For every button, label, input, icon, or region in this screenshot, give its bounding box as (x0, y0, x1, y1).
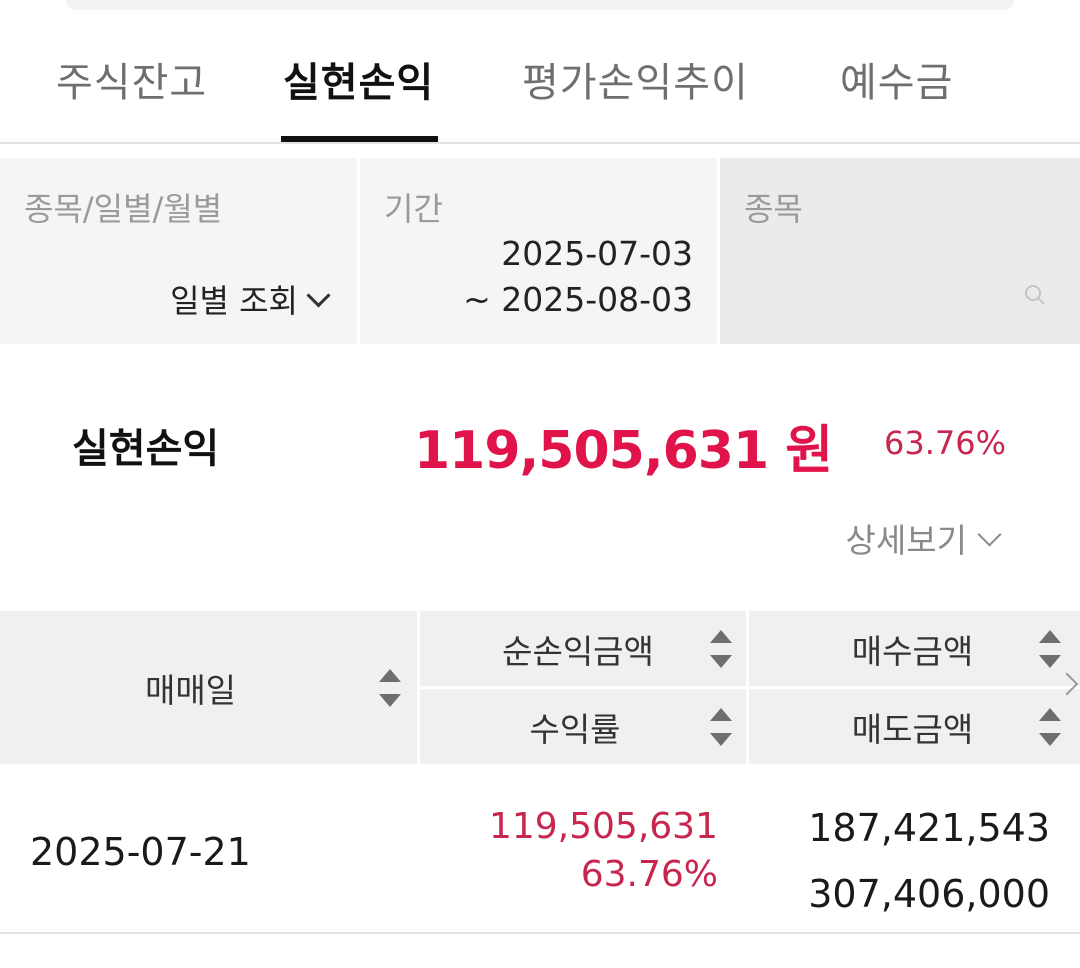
mode-filter-label: 종목/일별/월별 (24, 190, 223, 228)
col-header-net-profit-label: 순손익금액 (502, 631, 654, 671)
period-filter-label: 기간 (384, 190, 443, 228)
tab-valuation-trend[interactable]: 평가손익추이 (522, 50, 749, 108)
tab-realized-pnl[interactable]: 실현손익 (283, 50, 434, 108)
col-header-buy-amount-label: 매수금액 (851, 631, 974, 671)
col-header-sell-amount-label: 매도금액 (851, 709, 974, 749)
search-icon[interactable] (1024, 284, 1046, 306)
stock-filter-label: 종목 (744, 190, 803, 228)
tab-deposit[interactable]: 예수금 (840, 50, 953, 108)
tab-stock-balance[interactable]: 주식잔고 (56, 50, 207, 108)
tab-bar: 주식잔고 실현손익 평가손익추이 예수금 (0, 28, 1080, 144)
sort-icon (1039, 630, 1061, 668)
col-header-return-rate[interactable]: 수익률 (420, 689, 746, 764)
col-header-return-rate-label: 수익률 (529, 709, 621, 749)
row-buy-amount: 187,421,543 (808, 806, 1050, 850)
col-header-buy-amount[interactable]: 매수금액 (749, 611, 1080, 686)
row-net-profit: 119,505,631 (488, 806, 718, 847)
detail-toggle-label: 상세보기 (845, 521, 967, 560)
top-search-strip (66, 0, 1014, 10)
summary-rate: 63.76% (883, 424, 1006, 462)
col-header-net-profit[interactable]: 순손익금액 (420, 611, 746, 686)
row-sell-amount: 307,406,000 (808, 872, 1050, 916)
stock-search-field[interactable]: 종목 (720, 158, 1080, 344)
period-filter[interactable]: 기간 2025-07-03 ~ 2025-08-03 (360, 158, 717, 344)
mode-filter[interactable]: 종목/일별/월별 일별 조회 (0, 158, 357, 344)
chevron-down-icon (977, 521, 1002, 547)
row-trade-date: 2025-07-21 (30, 830, 251, 874)
period-start-date: 2025-07-03 (501, 234, 693, 273)
filter-row: 종목/일별/월별 일별 조회 기간 2025-07-03 ~ 2025-08-0… (0, 158, 1080, 344)
period-end-date: ~ 2025-08-03 (463, 280, 693, 319)
sort-icon (1039, 708, 1061, 746)
summary-label: 실현손익 (72, 426, 220, 472)
table-row[interactable]: 2025-07-21 119,505,631 63.76% 187,421,54… (0, 764, 1080, 934)
col-header-trade-date[interactable]: 매매일 (0, 611, 417, 764)
sort-icon (379, 669, 401, 707)
col-header-trade-date-label: 매매일 (144, 670, 237, 710)
detail-toggle[interactable]: 상세보기 (845, 514, 1002, 562)
chevron-down-icon (306, 282, 331, 308)
mode-select-value: 일별 조회 (170, 282, 298, 320)
summary-amount: 119,505,631 원 (414, 421, 833, 481)
active-tab-indicator (281, 136, 438, 142)
row-return-rate: 63.76% (580, 854, 718, 895)
sort-icon (710, 708, 732, 746)
sort-icon (710, 630, 732, 668)
mode-select[interactable]: 일별 조회 (170, 276, 331, 322)
col-header-sell-amount[interactable]: 매도금액 (749, 689, 1080, 764)
